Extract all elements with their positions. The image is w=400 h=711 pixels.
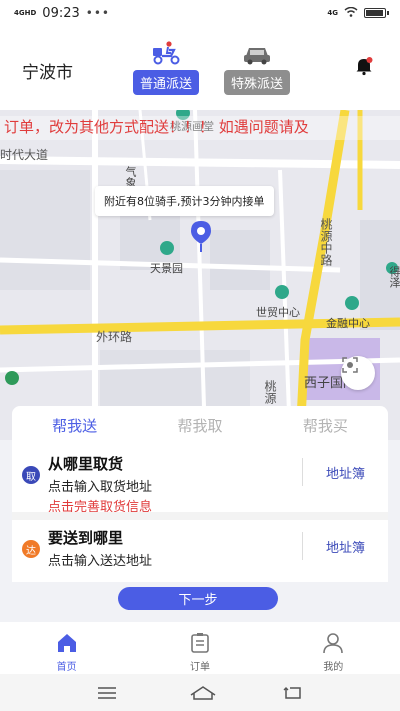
drop-address-book-button[interactable]: 地址簿 xyxy=(302,532,388,560)
tab-send[interactable]: 帮我送 xyxy=(12,415,137,436)
divider xyxy=(12,512,388,520)
network-indicator-right: 4G xyxy=(327,8,338,17)
system-nav-bar xyxy=(0,674,400,711)
nav-home-label: 首页 xyxy=(56,662,77,673)
status-time: 09:23 xyxy=(42,5,80,21)
mode-special-delivery[interactable]: 特殊派送 xyxy=(221,38,293,95)
order-card: 帮我送 帮我取 帮我买 取 从哪里取货 点击输入取货地址 点击完善取货信息 地址… xyxy=(12,406,388,582)
pickup-address-book-button[interactable]: 地址簿 xyxy=(302,458,388,486)
battery-icon xyxy=(364,8,389,18)
place-label: 气象 xyxy=(124,166,137,188)
road-label: 时代大道 xyxy=(0,148,49,162)
drop-address-row[interactable]: 达 要送到哪里 点击输入送达地址 地址簿 xyxy=(12,526,388,578)
user-icon xyxy=(322,632,344,654)
nav-orders-label: 订单 xyxy=(189,662,210,673)
place-label: 金融中心 xyxy=(326,317,370,330)
home-icon xyxy=(56,632,78,654)
pickup-address-row[interactable]: 取 从哪里取货 点击输入取货地址 点击完善取货信息 地址簿 xyxy=(12,452,388,515)
pickup-text: 从哪里取货 点击输入取货地址 点击完善取货信息 xyxy=(48,452,302,515)
place-label: 世贸中心 xyxy=(256,306,300,319)
battery-level xyxy=(366,10,383,16)
drop-text: 要送到哪里 点击输入送达地址 xyxy=(48,526,302,569)
status-right: 4G xyxy=(327,6,389,21)
road-label: 桃源中路 xyxy=(319,218,333,266)
next-step-button[interactable]: 下一步 xyxy=(118,587,278,610)
notice-marquee: 订单，改为其他方式配送！！！ 如遇问题请及 xyxy=(0,116,400,140)
network-indicator: 4GHD xyxy=(14,8,37,17)
mode-normal-delivery[interactable]: 普通派送 xyxy=(130,38,202,95)
tab-buy[interactable]: 帮我买 xyxy=(263,415,388,436)
wifi-icon xyxy=(344,6,358,21)
delivery-rider-icon xyxy=(130,38,202,66)
location-pin-icon xyxy=(190,220,212,254)
nav-profile[interactable]: 我的 xyxy=(267,622,400,674)
drop-badge: 达 xyxy=(22,540,40,558)
rider-eta-tooltip: 附近有8位骑手,预计3分钟内接单 xyxy=(95,186,274,216)
road-label: 外环路 xyxy=(96,330,133,344)
pickup-badge: 取 xyxy=(22,466,40,484)
service-tabs: 帮我送 帮我取 帮我买 xyxy=(12,406,388,444)
drop-address-input[interactable]: 点击输入送达地址 xyxy=(48,550,302,569)
home-outline-icon[interactable] xyxy=(189,685,216,701)
order-list-icon xyxy=(189,632,211,654)
back-icon[interactable] xyxy=(282,685,304,701)
notification-dots: ••• xyxy=(85,6,110,20)
road-label: 桃源 xyxy=(263,380,277,404)
city-selector[interactable]: 宁波市 xyxy=(22,58,73,83)
locate-button[interactable] xyxy=(341,356,375,390)
nav-profile-label: 我的 xyxy=(323,662,344,673)
header: 宁波市 普通派送 特殊派送 xyxy=(0,26,400,110)
menu-icon[interactable] xyxy=(96,685,118,701)
drop-title: 要送到哪里 xyxy=(48,529,124,547)
bottom-nav: 首页 订单 我的 xyxy=(0,622,400,674)
pickup-address-input[interactable]: 点击输入取货地址 xyxy=(48,476,302,495)
car-icon xyxy=(221,38,293,66)
status-bar: 4GHD 09:23 ••• 4G xyxy=(0,0,400,26)
place-label: 天景园 xyxy=(150,262,183,275)
tab-pickup[interactable]: 帮我取 xyxy=(137,415,262,436)
nav-home[interactable]: 首页 xyxy=(0,622,133,674)
pickup-title: 从哪里取货 xyxy=(48,455,124,473)
status-left: 4GHD 09:23 ••• xyxy=(14,6,110,21)
place-label: 得泽 xyxy=(388,266,400,288)
bell-icon[interactable] xyxy=(354,56,374,76)
mode-normal-label: 普通派送 xyxy=(132,70,199,95)
nav-orders[interactable]: 订单 xyxy=(133,622,266,674)
mode-special-label: 特殊派送 xyxy=(223,70,290,95)
map-view[interactable]: 时代大道 外环路 桃源中路 桃源 桃源画堂 天景园 世贸中心 金融中心 西子国际… xyxy=(0,110,400,440)
